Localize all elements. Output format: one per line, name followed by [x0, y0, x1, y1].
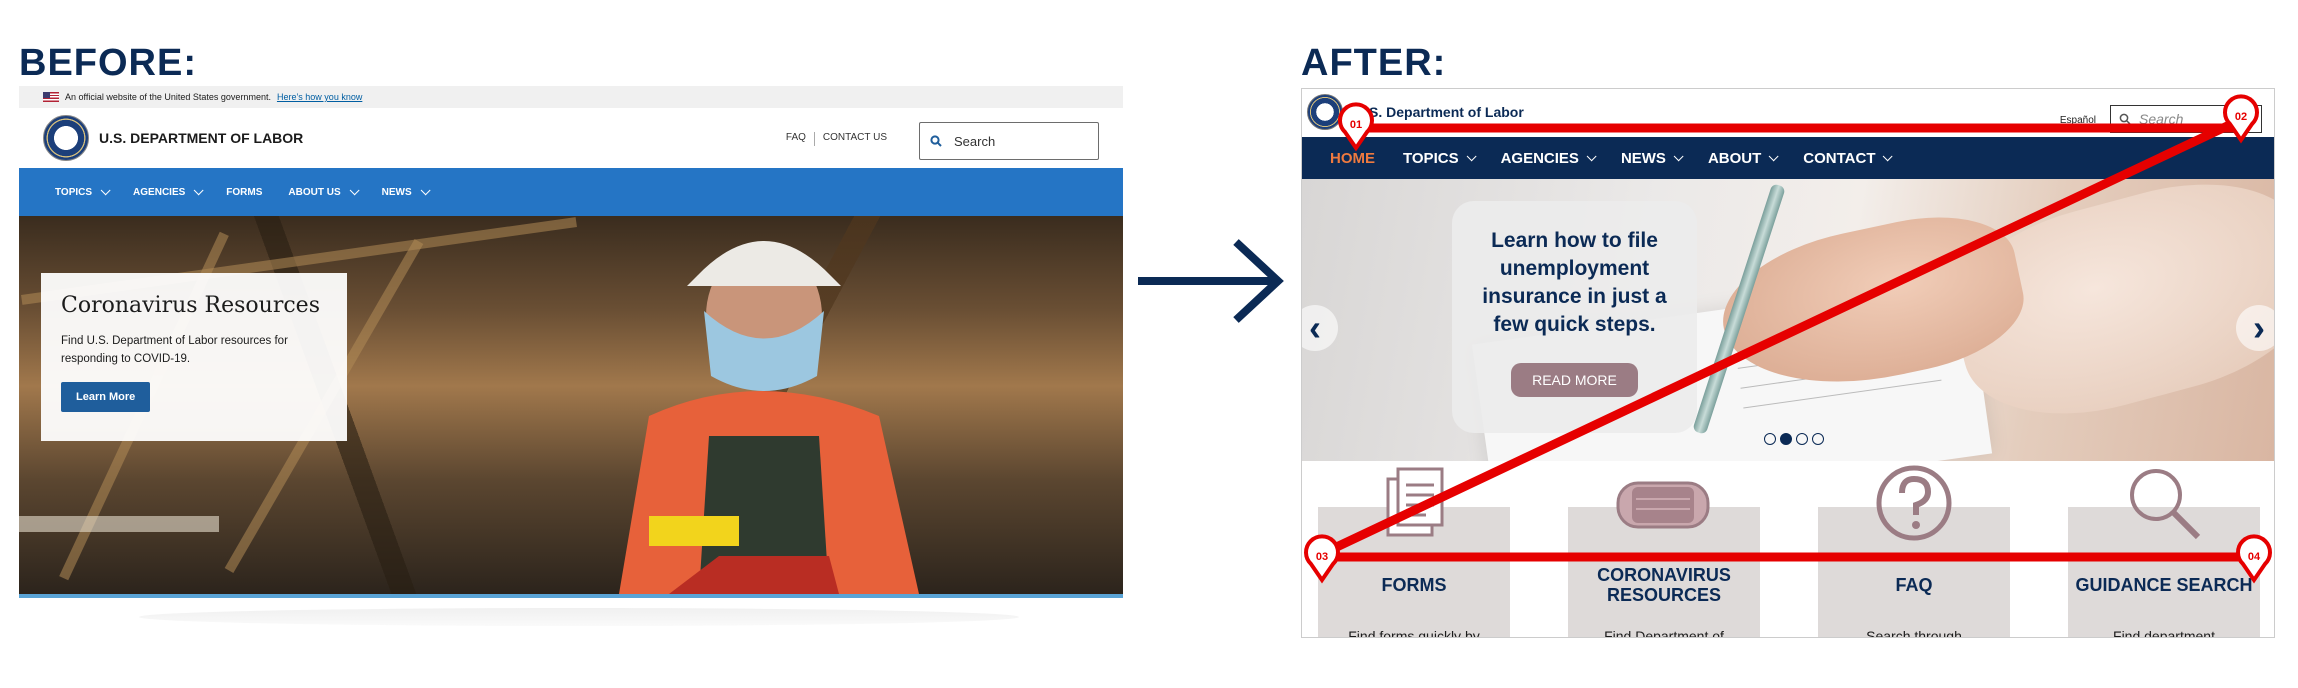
nav-label: CONTACT — [1803, 149, 1876, 167]
nav-agencies[interactable]: AGENCIES — [1500, 149, 1597, 167]
nav-about-us[interactable]: ABOUT US — [288, 184, 360, 198]
before-screenshot: An official website of the United States… — [19, 86, 1123, 636]
content-edge — [139, 608, 1019, 626]
chevron-down-icon — [100, 184, 111, 195]
right-arrow-icon — [1138, 239, 1284, 323]
question-icon — [1876, 465, 1952, 541]
hero-card: Learn how to file unemployment insurance… — [1452, 201, 1697, 433]
nav-label: FORMS — [226, 186, 263, 198]
worker-photo — [619, 241, 919, 594]
chevron-down-icon — [1586, 150, 1597, 161]
nav-label: ABOUT — [1707, 149, 1762, 167]
search-icon — [2119, 113, 2131, 125]
card-text: Find department — [2113, 628, 2215, 638]
nav-label: AGENCIES — [1500, 149, 1579, 167]
chevron-down-icon — [1466, 150, 1477, 161]
espanol-link[interactable]: Español — [2060, 115, 2096, 126]
gov-banner-text: An official website of the United States… — [65, 92, 271, 102]
gov-banner-link[interactable]: Here’s how you know — [277, 92, 362, 102]
divider — [19, 594, 1123, 598]
before-heading: BEFORE: — [19, 42, 197, 84]
card-title: CORONAVIRUS RESOURCES — [1597, 565, 1731, 605]
after-search-input[interactable]: Search — [2110, 105, 2262, 133]
nav-about[interactable]: ABOUT — [1707, 149, 1779, 167]
nav-news[interactable]: NEWS — [1620, 149, 1684, 167]
search-placeholder: Search — [954, 133, 996, 149]
nav-label: TOPICS — [55, 186, 93, 198]
read-more-button[interactable]: READ MORE — [1511, 363, 1638, 397]
before-hero-image: Coronavirus Resources Find U.S. Departme… — [19, 216, 1123, 594]
hero-headline: Learn how to file unemployment insurance… — [1482, 229, 1667, 336]
dol-seal-logo[interactable] — [43, 115, 89, 161]
card-title: FAQ — [1895, 575, 1933, 595]
utility-links: FAQ CONTACT US — [786, 132, 887, 146]
nav-news[interactable]: NEWS — [381, 184, 431, 198]
before-header: U.S. DEPARTMENT OF LABOR FAQ CONTACT US … — [19, 108, 1123, 168]
carousel-dot[interactable] — [1812, 433, 1824, 445]
us-flag-icon — [43, 92, 59, 102]
after-agency-name[interactable]: U.S. Department of Labor — [1355, 104, 1524, 120]
faq-link[interactable]: FAQ — [786, 132, 806, 146]
carousel-dot[interactable] — [1764, 433, 1776, 445]
card-title: FORMS — [1381, 575, 1447, 595]
card-text: Find Department of — [1604, 628, 1724, 638]
chevron-down-icon — [193, 184, 204, 195]
search-icon — [930, 135, 942, 147]
magnifier-icon — [2130, 469, 2201, 540]
gov-banner: An official website of the United States… — [19, 86, 1123, 108]
hero-title: Coronavirus Resources — [61, 293, 320, 318]
nav-label: HOME — [1330, 149, 1375, 167]
carousel-dot[interactable] — [1780, 433, 1792, 445]
after-heading: AFTER: — [1301, 42, 1447, 84]
before-nav: TOPICS AGENCIES FORMS ABOUT US NEWS — [19, 168, 1123, 216]
after-hero-carousel: Learn how to file unemployment insurance… — [1302, 179, 2274, 461]
hero-card: Coronavirus Resources Find U.S. Departme… — [41, 273, 347, 441]
after-header: U.S. Department of Labor Español Search — [1302, 89, 2274, 137]
card-text: Find forms quickly by — [1348, 628, 1480, 638]
contact-us-link[interactable]: CONTACT US — [823, 132, 887, 146]
learn-more-button[interactable]: Learn More — [61, 382, 151, 412]
chevron-down-icon — [1883, 150, 1894, 161]
card-title: GUIDANCE SEARCH — [2075, 575, 2253, 595]
search-placeholder: Search — [2139, 111, 2184, 127]
nav-forms[interactable]: FORMS — [226, 187, 262, 198]
nav-label: NEWS — [1620, 149, 1666, 167]
chevron-down-icon — [349, 184, 360, 195]
card-text: Search through — [1866, 628, 1962, 638]
face-mask-icon — [1616, 481, 1710, 529]
after-screenshot: U.S. Department of Labor Español Search … — [1301, 88, 2275, 638]
divider — [813, 132, 815, 146]
nav-contact[interactable]: CONTACT — [1803, 149, 1894, 167]
document-icon — [1386, 467, 1444, 537]
dol-seal-logo[interactable] — [1307, 94, 1343, 130]
chevron-down-icon — [1768, 150, 1779, 161]
nav-home[interactable]: HOME — [1330, 150, 1375, 167]
nav-label: AGENCIES — [133, 186, 186, 198]
chevron-down-icon — [420, 184, 431, 195]
nav-label: ABOUT US — [288, 186, 341, 198]
hero-body: Find U.S. Department of Labor resources … — [61, 335, 288, 365]
quick-links: FORMS Find forms quickly by CORONAVIRUS … — [1302, 461, 2274, 638]
after-nav: HOME TOPICS AGENCIES NEWS ABOUT CONTACT — [1302, 137, 2274, 179]
nav-topics[interactable]: TOPICS — [1403, 149, 1477, 167]
nav-agencies[interactable]: AGENCIES — [133, 184, 204, 198]
before-search-input[interactable]: Search — [919, 122, 1099, 160]
carousel-dots — [1764, 433, 1824, 445]
carousel-prev-button[interactable]: ‹ — [1302, 305, 1338, 351]
chevron-down-icon — [1673, 150, 1684, 161]
carousel-next-button[interactable]: › — [2236, 305, 2274, 351]
nav-label: TOPICS — [1403, 149, 1459, 167]
carousel-dot[interactable] — [1796, 433, 1808, 445]
nav-topics[interactable]: TOPICS — [55, 184, 111, 198]
nav-label: NEWS — [381, 186, 412, 198]
before-agency-name[interactable]: U.S. DEPARTMENT OF LABOR — [99, 130, 303, 146]
